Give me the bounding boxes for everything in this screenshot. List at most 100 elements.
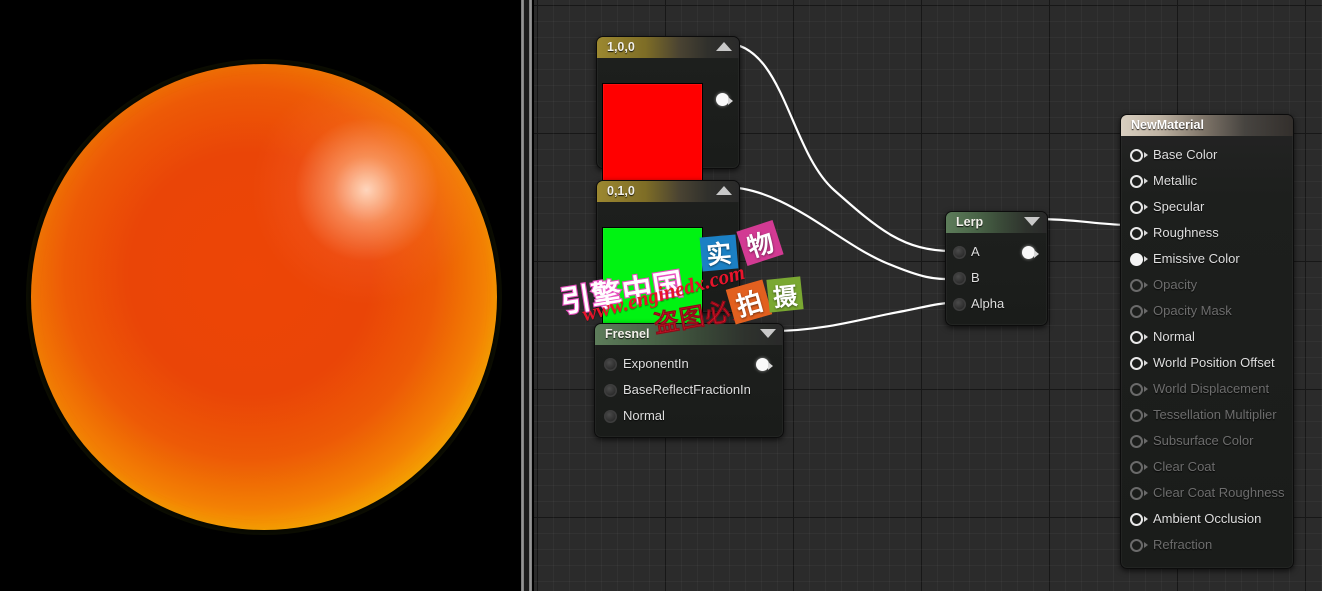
node-input-row[interactable]: Alpha [946,291,1047,317]
pin-arrow-icon [1144,229,1148,236]
material-pin-row[interactable]: Opacity Mask [1121,298,1293,324]
wire-red-to-lerp-a [722,41,954,253]
material-input-pin[interactable] [1130,331,1143,344]
triangle-down-icon[interactable] [1024,217,1040,226]
material-input-pin[interactable] [1130,201,1143,214]
material-pin-row[interactable]: Emissive Color [1121,246,1293,272]
material-pin-label: Clear Coat Roughness [1153,485,1285,500]
input-pin[interactable] [604,384,617,397]
material-pin-row[interactable]: Metallic [1121,168,1293,194]
pin-arrow-icon [1144,541,1148,548]
input-pin[interactable] [953,298,966,311]
material-pin-label: Refraction [1153,537,1213,552]
pin-arrow-icon [1144,333,1148,340]
node-title-bar[interactable]: 0,1,0 [597,181,739,202]
node-input-row[interactable]: ExponentIn [595,351,783,377]
material-input-pin[interactable] [1130,175,1143,188]
preview-sphere [31,64,497,530]
material-pin-row[interactable]: Opacity [1121,272,1293,298]
node-material-output[interactable]: NewMaterial Base Color Metallic Specular Ro… [1120,114,1294,569]
material-pin-row[interactable]: Roughness [1121,220,1293,246]
material-input-pin[interactable] [1130,149,1143,162]
watermark-box-wu: 物 [736,220,784,266]
material-pin-row[interactable]: Clear Coat [1121,454,1293,480]
node-body [597,58,739,184]
material-input-pin[interactable] [1130,435,1143,448]
splitter-handle-left[interactable] [521,0,524,591]
material-input-pin[interactable] [1130,513,1143,526]
node-title-label: 0,1,0 [607,184,635,198]
material-pin-row[interactable]: Refraction [1121,532,1293,558]
pin-arrow-icon [728,97,733,105]
material-node-graph[interactable]: 1,0,0 0,1,0 Fresnel ExponentIn BaseRefle… [534,0,1322,591]
node-input-row[interactable]: A [946,239,1047,265]
triangle-up-icon[interactable] [716,42,732,51]
input-pin[interactable] [604,358,617,371]
material-preview-viewport[interactable] [0,0,521,591]
node-body [597,202,739,328]
pin-arrow-icon [1034,250,1039,258]
input-pin[interactable] [604,410,617,423]
node-constant3-green[interactable]: 0,1,0 [596,180,740,328]
node-title-bar[interactable]: 1,0,0 [597,37,739,58]
node-fresnel[interactable]: Fresnel ExponentIn BaseReflectFractionIn… [594,323,784,438]
input-pin[interactable] [953,272,966,285]
pin-arrow-icon [1144,463,1148,470]
node-input-row[interactable]: BaseReflectFractionIn [595,377,783,403]
material-input-pin[interactable] [1130,383,1143,396]
node-input-row[interactable]: Normal [595,403,783,429]
color-swatch-red[interactable] [602,83,703,184]
material-pin-label: Metallic [1153,173,1198,188]
color-swatch-green[interactable] [602,227,703,328]
material-input-pin[interactable] [1130,357,1143,370]
material-pin-row[interactable]: Tessellation Multiplier [1121,402,1293,428]
node-constant3-red[interactable]: 1,0,0 [596,36,740,184]
material-editor-window: 1,0,0 0,1,0 Fresnel ExponentIn BaseRefle… [0,0,1322,591]
node-title-bar[interactable]: Lerp [946,212,1047,233]
node-body: ExponentIn BaseReflectFractionIn Normal [595,345,783,437]
input-label: ExponentIn [623,356,689,371]
pin-arrow-icon [1144,385,1148,392]
material-pin-row[interactable]: Subsurface Color [1121,428,1293,454]
material-pin-row[interactable]: Clear Coat Roughness [1121,480,1293,506]
pin-arrow-icon [1144,359,1148,366]
wire-green-to-lerp-b [722,185,954,281]
pin-arrow-icon [1144,411,1148,418]
triangle-down-icon[interactable] [760,329,776,338]
material-pin-label: Subsurface Color [1153,433,1254,448]
node-title-label: NewMaterial [1131,118,1204,132]
wire-lerp-to-emissive [1034,217,1128,227]
pin-arrow-icon [1144,307,1148,314]
node-title-bar[interactable]: Fresnel [595,324,783,345]
node-lerp[interactable]: Lerp A B Alpha [945,211,1048,326]
material-input-pin[interactable] [1130,279,1143,292]
node-input-row[interactable]: B [946,265,1047,291]
pin-arrow-icon [1144,177,1148,184]
material-input-pin[interactable] [1130,227,1143,240]
material-input-pin[interactable] [1130,487,1143,500]
pin-arrow-icon [1144,437,1148,444]
input-label: Alpha [971,296,1005,311]
material-input-pin[interactable] [1130,461,1143,474]
material-pin-row[interactable]: Normal [1121,324,1293,350]
material-input-pin[interactable] [1130,539,1143,552]
material-pin-row[interactable]: Specular [1121,194,1293,220]
triangle-up-icon[interactable] [716,186,732,195]
material-pin-row[interactable]: Base Color [1121,142,1293,168]
wire-fresnel-to-lerp-alpha [771,301,954,333]
material-pin-row[interactable]: World Position Offset [1121,350,1293,376]
pin-arrow-icon [768,362,773,370]
material-input-pin[interactable] [1130,253,1143,266]
splitter-handle-right[interactable] [529,0,532,591]
node-title-bar[interactable]: NewMaterial [1121,115,1293,136]
material-pin-row[interactable]: World Displacement [1121,376,1293,402]
input-label: BaseReflectFractionIn [623,382,751,397]
input-pin[interactable] [953,246,966,259]
input-label: Normal [623,408,665,423]
material-pin-list: Base Color Metallic Specular Roughness Emiss… [1121,136,1293,568]
material-pin-label: Opacity Mask [1153,303,1232,318]
material-pin-row[interactable]: Ambient Occlusion [1121,506,1293,532]
material-input-pin[interactable] [1130,409,1143,422]
material-input-pin[interactable] [1130,305,1143,318]
pin-arrow-icon [1144,515,1148,522]
